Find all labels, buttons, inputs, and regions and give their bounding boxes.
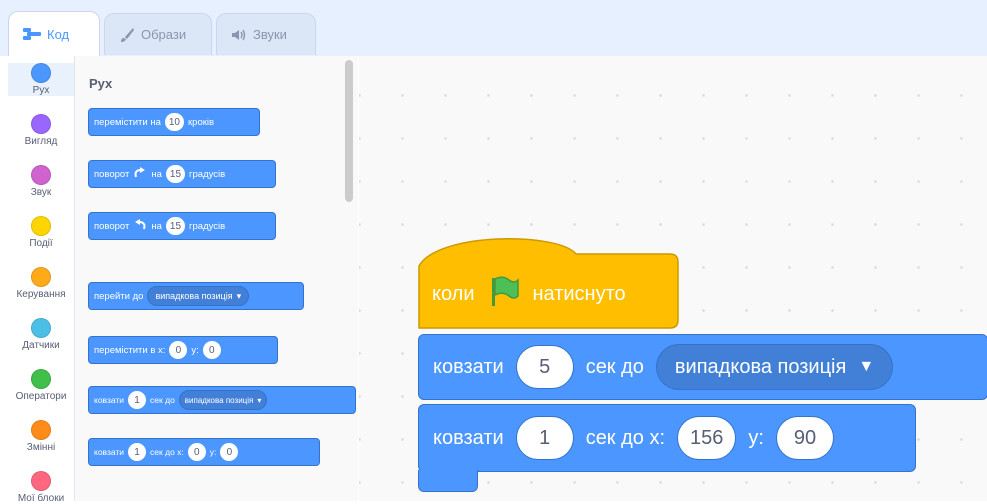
dropdown-arrow-icon: ▼ bbox=[858, 358, 875, 375]
dropdown-value: випадкова позиція bbox=[155, 291, 233, 301]
goto-target-dropdown[interactable]: випадкова позиція ▾ bbox=[147, 286, 250, 306]
category-label: Звук bbox=[30, 187, 52, 198]
glide-xy-script-block[interactable]: ковзати 1 сек до x: 156 у: 90 bbox=[418, 404, 916, 472]
block-text: y: bbox=[209, 447, 217, 457]
category-label: Змінні bbox=[26, 442, 56, 453]
category-item[interactable]: Мої блоки bbox=[8, 471, 74, 504]
degrees-input[interactable]: 15 bbox=[165, 217, 186, 235]
category-item[interactable]: Рух bbox=[8, 63, 74, 96]
when-flag-clicked-block[interactable]: коли натиснуто bbox=[418, 226, 680, 330]
category-item[interactable]: Оператори bbox=[8, 369, 74, 402]
block-text: градусів bbox=[189, 220, 226, 232]
tab-code[interactable]: Код bbox=[8, 11, 100, 56]
tab-sounds[interactable]: Звуки bbox=[216, 13, 316, 55]
block-text: перейти до bbox=[94, 290, 144, 302]
rotate-left-icon bbox=[133, 218, 147, 234]
category-item[interactable]: Звук bbox=[8, 165, 74, 198]
speaker-icon bbox=[231, 28, 247, 42]
block-text: y: bbox=[191, 344, 199, 356]
block-text: на bbox=[151, 220, 162, 232]
goto-xy-block[interactable]: перемістити в x: 0 y: 0 bbox=[88, 336, 278, 364]
block-bottom-tab bbox=[418, 470, 478, 492]
editor-tab-bar: Код Образи Звуки bbox=[0, 0, 987, 56]
hat-suffix-text: натиснуто bbox=[532, 282, 626, 305]
category-label: Датчики bbox=[22, 340, 60, 351]
category-label: Події bbox=[29, 238, 53, 249]
category-label: Оператори bbox=[15, 391, 67, 402]
tab-costumes-label: Образи bbox=[141, 27, 187, 42]
block-text: ковзати bbox=[433, 426, 504, 449]
y-input[interactable]: 90 bbox=[775, 416, 834, 460]
x-input[interactable]: 156 bbox=[677, 416, 737, 460]
block-text: у: bbox=[748, 426, 764, 449]
category-color-dot bbox=[31, 420, 51, 440]
hat-prefix-text: коли bbox=[432, 282, 475, 305]
y-input[interactable]: 0 bbox=[202, 341, 221, 359]
secs-input[interactable]: 1 bbox=[515, 416, 574, 460]
secs-input[interactable]: 1 bbox=[128, 443, 147, 461]
goto-block[interactable]: перейти до випадкова позиція ▾ bbox=[88, 282, 304, 310]
block-text: сек до x: bbox=[585, 426, 666, 449]
category-item[interactable]: Події bbox=[8, 216, 74, 249]
degrees-input[interactable]: 15 bbox=[165, 165, 186, 183]
category-color-dot bbox=[31, 267, 51, 287]
rotate-right-icon bbox=[133, 166, 147, 182]
block-text: поворот bbox=[94, 168, 130, 180]
brush-icon bbox=[119, 27, 135, 43]
category-label: Вигляд bbox=[24, 136, 58, 147]
glide-to-block[interactable]: ковзати 1 сек до випадкова позиція ▾ bbox=[88, 386, 356, 414]
category-color-dot bbox=[31, 216, 51, 236]
code-icon bbox=[23, 28, 41, 40]
y-input[interactable]: 0 bbox=[220, 443, 239, 461]
secs-input[interactable]: 1 bbox=[128, 391, 147, 409]
block-text: ковзати bbox=[433, 355, 504, 378]
dropdown-value: випадкова позиція bbox=[184, 395, 254, 405]
block-text: градусів bbox=[189, 168, 226, 180]
category-color-dot bbox=[31, 318, 51, 338]
block-text: перемістити на bbox=[94, 116, 161, 128]
glide-xy-block[interactable]: ковзати 1 сек до x: 0 y: 0 bbox=[88, 438, 320, 466]
category-item[interactable]: Датчики bbox=[8, 318, 74, 351]
secs-input[interactable]: 5 bbox=[515, 345, 574, 389]
block-text: кроків bbox=[188, 116, 215, 128]
move-steps-block[interactable]: перемістити на 10 кроків bbox=[88, 108, 260, 136]
x-input[interactable]: 0 bbox=[187, 443, 206, 461]
dropdown-value: випадкова позиція bbox=[674, 355, 847, 378]
category-label: Керування bbox=[16, 289, 66, 300]
block-text: на bbox=[151, 168, 162, 180]
category-item[interactable]: Вигляд bbox=[8, 114, 74, 147]
palette-section-title: Рух bbox=[89, 76, 113, 91]
category-color-dot bbox=[31, 471, 51, 491]
block-text: сек до bbox=[150, 395, 175, 405]
turn-left-block[interactable]: поворот на 15 градусів bbox=[88, 212, 276, 240]
category-label: Мої блоки bbox=[17, 493, 65, 504]
block-text: перемістити в x: bbox=[94, 344, 166, 356]
tab-code-label: Код bbox=[47, 26, 70, 42]
block-text: ковзати bbox=[94, 447, 125, 457]
category-color-dot bbox=[31, 114, 51, 134]
tab-sounds-label: Звуки bbox=[253, 27, 287, 42]
glide-target-dropdown[interactable]: випадкова позиція ▼ bbox=[655, 344, 894, 390]
glide-to-script-block[interactable]: ковзати 5 сек до випадкова позиція ▼ bbox=[418, 334, 987, 400]
category-item[interactable]: Змінні bbox=[8, 420, 74, 453]
block-text: ковзати bbox=[94, 395, 125, 405]
turn-right-block[interactable]: поворот на 15 градусів bbox=[88, 160, 276, 188]
steps-input[interactable]: 10 bbox=[164, 113, 184, 131]
block-text: сек до bbox=[585, 355, 644, 378]
category-item[interactable]: Керування bbox=[8, 267, 74, 300]
dropdown-arrow-icon: ▾ bbox=[236, 290, 242, 301]
category-color-dot bbox=[31, 369, 51, 389]
dropdown-arrow-icon: ▾ bbox=[257, 395, 262, 405]
category-menu: Рух Вигляд Звук Події Керування Датчики Операт… bbox=[8, 56, 75, 504]
tab-costumes[interactable]: Образи bbox=[104, 13, 212, 55]
block-text: поворот bbox=[94, 220, 130, 232]
category-color-dot bbox=[31, 165, 51, 185]
block-text: сек до x: bbox=[150, 447, 184, 457]
category-label: Рух bbox=[32, 85, 50, 96]
palette-scrollbar[interactable] bbox=[345, 60, 353, 202]
x-input[interactable]: 0 bbox=[169, 341, 188, 359]
category-color-dot bbox=[31, 63, 51, 83]
green-flag-icon bbox=[487, 274, 521, 314]
glide-target-dropdown[interactable]: випадкова позиція ▾ bbox=[178, 390, 268, 410]
